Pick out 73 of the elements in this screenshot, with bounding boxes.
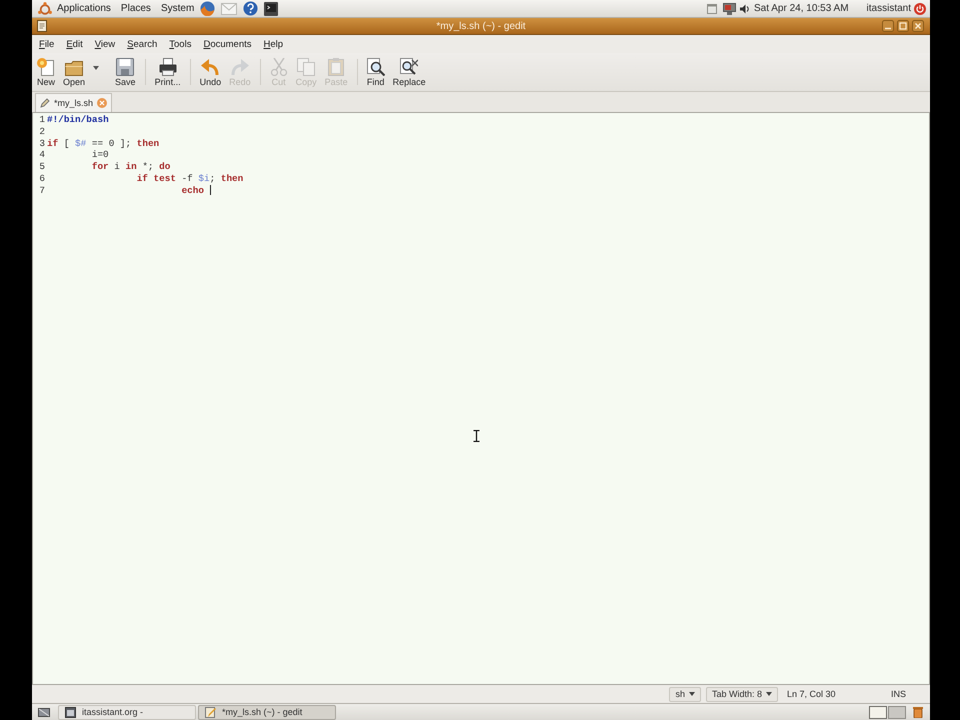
- code-line: if test -f $i; then: [136, 172, 244, 184]
- panel-menu[interactable]: Applications: [57, 3, 111, 14]
- search-icon: [366, 58, 385, 76]
- code-line: echo: [182, 184, 204, 196]
- code-line: for i in *; do: [92, 161, 170, 172]
- replace-button[interactable]: Replace: [388, 56, 430, 88]
- ubuntu-logo-icon[interactable]: [38, 2, 52, 16]
- menu-item[interactable]: Documents: [197, 38, 258, 50]
- close-icon[interactable]: [912, 20, 924, 32]
- undo-arrow-icon: [201, 58, 220, 76]
- show-desktop-icon[interactable]: [38, 706, 50, 718]
- cursor-position: Ln 7, Col 30: [786, 689, 837, 699]
- code-line: #!/bin/bash: [47, 114, 109, 125]
- menu-item[interactable]: View: [88, 38, 122, 50]
- document-icon[interactable]: [36, 20, 48, 32]
- save-button[interactable]: Save: [111, 56, 140, 88]
- window-icon[interactable]: [707, 4, 718, 14]
- code-line: i=0: [92, 149, 109, 160]
- caret-icon: [93, 66, 100, 70]
- caret-icon: [766, 692, 772, 696]
- clock[interactable]: Sat Apr 24, 10:53 AM: [754, 3, 849, 14]
- panel-menu[interactable]: System: [160, 3, 194, 14]
- terminal-icon[interactable]: [264, 2, 278, 16]
- line-number: 6: [38, 172, 46, 185]
- window-title: *my_ls.sh (~) - gedit: [436, 20, 526, 32]
- insert-mode: INS: [890, 689, 906, 699]
- taskbar-button[interactable]: *my_ls.sh (~) - gedit: [198, 704, 336, 720]
- new-document-icon: [37, 58, 55, 76]
- caret-icon: [688, 692, 695, 696]
- line-number: 1: [38, 114, 46, 126]
- open-button[interactable]: Open: [59, 56, 90, 88]
- menu-item[interactable]: Help: [258, 38, 290, 50]
- find-replace-icon: [400, 58, 418, 76]
- undo-button[interactable]: Undo: [196, 56, 226, 88]
- new-button[interactable]: New: [33, 56, 60, 88]
- maximize-icon[interactable]: [897, 20, 909, 32]
- printer-icon: [158, 58, 177, 76]
- trash-icon[interactable]: [912, 706, 924, 718]
- redo-arrow-icon: [230, 58, 249, 76]
- text-cursor-icon: [473, 430, 480, 442]
- help-icon[interactable]: [243, 1, 258, 16]
- print-button[interactable]: Print...: [150, 56, 185, 88]
- notepad-icon: [205, 706, 216, 718]
- user-name[interactable]: itassistant: [866, 3, 911, 14]
- find-button[interactable]: Find: [362, 56, 389, 88]
- menu-item[interactable]: Tools: [163, 38, 198, 50]
- power-icon[interactable]: [914, 2, 926, 14]
- code-line: if [ $# == 0 ]; then: [47, 138, 160, 149]
- document-tab[interactable]: *my_ls.sh: [35, 93, 112, 112]
- pencil-icon: [40, 98, 50, 108]
- copy-icon: [297, 58, 316, 76]
- scissors-icon: [270, 58, 288, 76]
- workspace-tile[interactable]: [869, 706, 887, 718]
- workspace-tile[interactable]: [888, 706, 906, 718]
- tab-width-dropdown[interactable]: Tab Width: 8: [706, 686, 778, 702]
- globe-icon[interactable]: [200, 1, 216, 16]
- language-dropdown[interactable]: sh: [669, 686, 701, 702]
- volume-icon[interactable]: [740, 4, 750, 14]
- minimize-icon[interactable]: [882, 20, 894, 32]
- line-number: 3: [38, 138, 46, 150]
- text-editor[interactable]: 1 #!/bin/bash 2 3 if [ $# == 0 ]; then 4 i=0 5 for i in *; do 6 if test -f $i; then 7 echo: [32, 112, 930, 685]
- clipboard-icon: [327, 58, 346, 76]
- monitor-icon[interactable]: [723, 2, 736, 14]
- panel-menu[interactable]: Places: [120, 3, 151, 14]
- line-number: 4: [38, 149, 46, 162]
- menu-item[interactable]: Edit: [60, 38, 89, 50]
- line-number: 2: [38, 126, 46, 138]
- line-number: 5: [38, 161, 46, 173]
- menu-item[interactable]: File: [33, 38, 60, 50]
- menu-item[interactable]: Search: [121, 38, 164, 50]
- line-number: 7: [38, 184, 46, 197]
- taskbar-button[interactable]: itassistant.org -: [58, 704, 196, 720]
- window-icon: [65, 706, 76, 718]
